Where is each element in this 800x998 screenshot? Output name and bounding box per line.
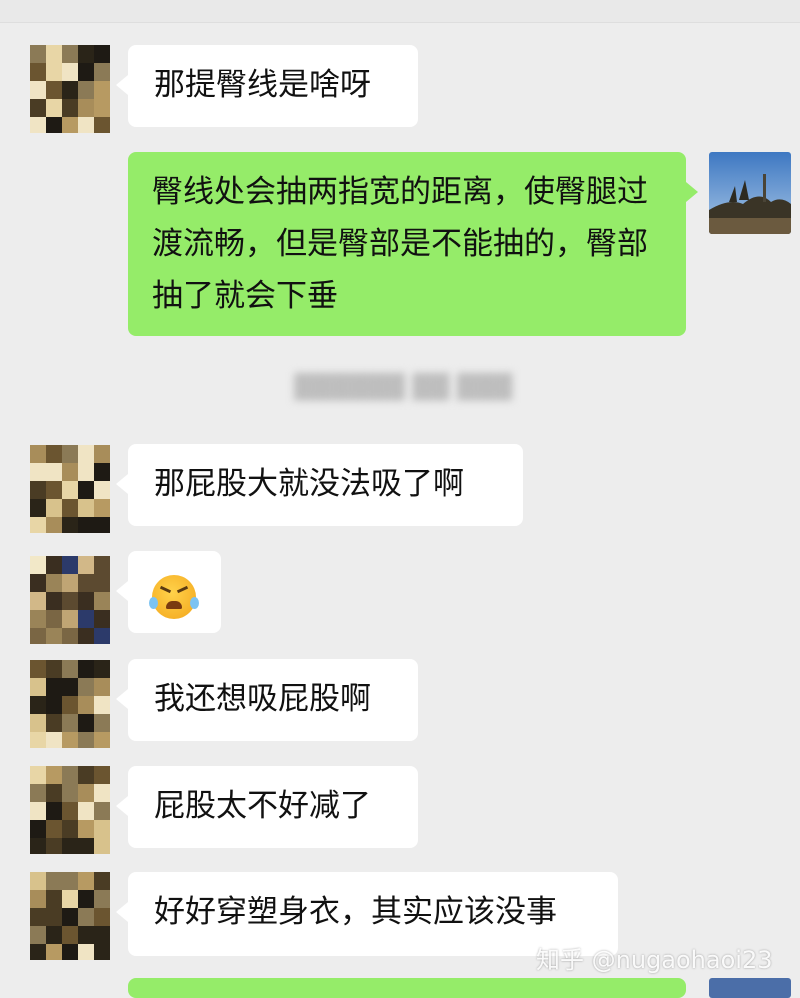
message-text: 我还想吸屁股啊 [154, 681, 371, 717]
message-text: 臀线处会抽两指宽的距离，使臀腿过渡流畅，但是臀部是不能抽的，臀部抽了就会下垂 [152, 174, 648, 314]
message-text: 好好穿塑身衣，其实应该没事 [154, 894, 557, 930]
incoming-message-bubble[interactable]: 那屁股大就没法吸了啊 [116, 444, 523, 526]
incoming-message-bubble[interactable]: 屁股太不好减了 [116, 766, 418, 848]
outgoing-message-bubble[interactable] [128, 978, 686, 998]
outgoing-message-bubble[interactable]: 臀线处会抽两指宽的距离，使臀腿过渡流畅，但是臀部是不能抽的，臀部抽了就会下垂 [128, 152, 698, 336]
watermark: 知乎 @nugaohaoi23 [536, 946, 773, 974]
message-text: 那屁股大就没法吸了啊 [154, 466, 464, 502]
my-avatar[interactable] [709, 152, 791, 234]
my-avatar[interactable] [709, 978, 791, 998]
incoming-emoji-bubble[interactable] [116, 551, 221, 633]
message-text: 屁股太不好减了 [154, 788, 371, 824]
contact-avatar[interactable] [30, 660, 110, 748]
contact-avatar[interactable] [30, 45, 110, 133]
landscape-photo-icon [709, 152, 791, 234]
top-status-strip [0, 0, 800, 23]
contact-avatar[interactable] [30, 445, 110, 533]
laughing-crying-emoji-icon [149, 574, 199, 619]
incoming-message-bubble[interactable]: 我还想吸屁股啊 [116, 659, 418, 741]
message-text: 那提臀线是啥呀 [154, 67, 371, 103]
contact-avatar[interactable] [30, 766, 110, 854]
contact-avatar[interactable] [30, 556, 110, 644]
system-notice: ▓▓▓▓▓▓ ▓▓ ▓▓▓ [293, 373, 513, 401]
incoming-message-bubble[interactable]: 那提臀线是啥呀 [116, 45, 418, 127]
contact-avatar[interactable] [30, 872, 110, 960]
